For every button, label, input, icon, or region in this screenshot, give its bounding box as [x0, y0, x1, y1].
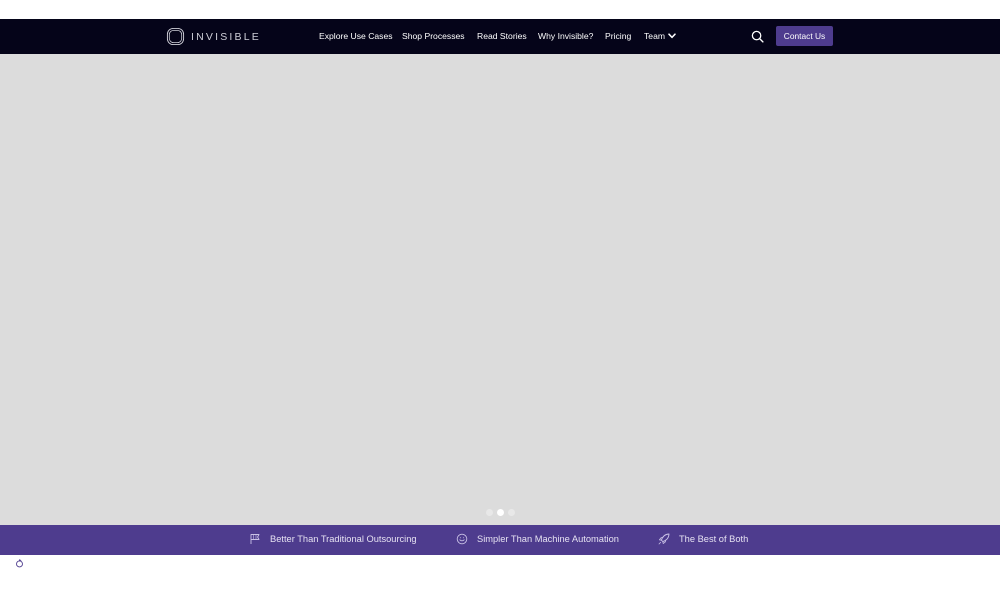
cookie-settings-icon[interactable] [15, 559, 24, 568]
features-bar: Better Than Traditional Outsourcing Simp… [0, 525, 1000, 555]
nav-team-dropdown[interactable]: Team [644, 31, 676, 41]
hero-carousel [0, 54, 1000, 525]
nav-explore-use-cases[interactable]: Explore Use Cases [319, 31, 393, 41]
nav-pricing[interactable]: Pricing [605, 31, 631, 41]
feature-label: Simpler Than Machine Automation [477, 534, 619, 544]
logo[interactable]: INVISIBLE [166, 27, 261, 46]
feature-label: The Best of Both [679, 534, 749, 544]
flag-icon [250, 534, 260, 544]
carousel-dot[interactable] [486, 509, 493, 516]
smiley-icon [456, 533, 468, 545]
search-icon[interactable] [751, 30, 764, 43]
nav-why-invisible[interactable]: Why Invisible? [538, 31, 593, 41]
nav-team-label: Team [644, 31, 666, 41]
carousel-dots [486, 509, 515, 516]
top-spacer [0, 0, 1000, 19]
rocket-icon [658, 533, 670, 545]
nav-shop-processes[interactable]: Shop Processes [402, 31, 465, 41]
logo-text: INVISIBLE [191, 30, 261, 43]
carousel-dot[interactable] [508, 509, 515, 516]
feature-label: Better Than Traditional Outsourcing [270, 534, 417, 544]
navbar: INVISIBLE Explore Use Cases Shop Process… [0, 19, 1000, 54]
feature-item: The Best of Both [658, 533, 748, 545]
carousel-dot-active[interactable] [497, 509, 504, 516]
feature-item: Simpler Than Machine Automation [456, 533, 619, 545]
chevron-down-icon [668, 33, 676, 39]
page-bottom [0, 555, 1000, 600]
contact-us-button[interactable]: Contact Us [776, 26, 833, 46]
invisible-logo-icon [166, 27, 185, 46]
feature-item: Better Than Traditional Outsourcing [249, 533, 417, 545]
nav-read-stories[interactable]: Read Stories [477, 31, 527, 41]
